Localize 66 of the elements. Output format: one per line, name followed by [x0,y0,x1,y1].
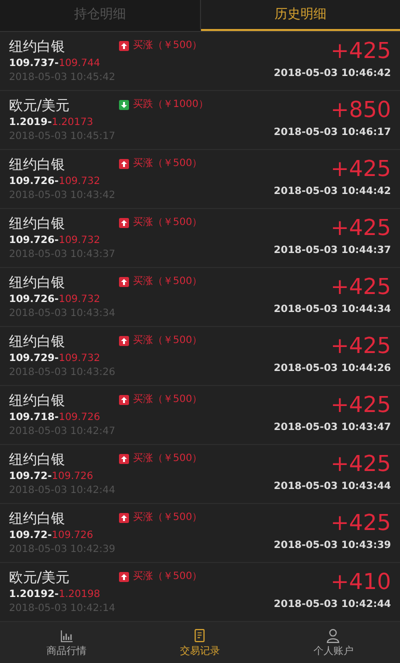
close-price: 109.726 [52,470,94,484]
profit-amount: +850 [330,97,391,125]
product-name: 纽约白银 [9,451,66,470]
close-time: 2018-05-03 10:43:39 [274,539,391,553]
order-label: 买涨（￥500） [133,570,202,584]
close-time: 2018-05-03 10:46:17 [274,126,391,140]
open-price: 1.20192- [9,588,59,602]
close-price: 109.732 [58,352,100,366]
open-price: 109.718- [9,411,59,425]
open-price: 109.72- [9,470,52,484]
order-label: 买涨（￥500） [133,216,202,230]
order-label: 买涨（￥500） [133,39,202,53]
profit-amount: +425 [330,156,391,184]
close-time: 2018-05-03 10:46:42 [274,67,391,81]
tab[interactable]: 历史明细 [200,0,400,31]
order-label: 买涨（￥500） [133,157,202,171]
profit-amount: +425 [330,451,391,479]
open-price: 109.726- [9,293,59,307]
close-price: 109.726 [52,529,94,543]
close-time: 2018-05-03 10:43:47 [274,421,391,435]
close-time: 2018-05-03 10:44:37 [274,244,391,258]
product-name: 纽约白银 [9,274,66,293]
profit-amount: +410 [330,569,391,597]
profit-amount: +425 [330,38,391,66]
open-price: 109.729- [9,352,59,366]
close-price: 109.732 [58,175,100,189]
order-label: 买跌（￥1000） [133,98,208,112]
product-name: 纽约白银 [9,38,66,57]
open-price: 1.2019- [9,116,52,130]
person-icon [325,628,342,644]
close-price: 109.744 [58,57,100,71]
open-price: 109.726- [9,234,59,248]
open-price: 109.726- [9,175,59,189]
product-name: 纽约白银 [9,333,66,352]
profit-amount: +425 [330,333,391,361]
close-price: 109.726 [58,411,100,425]
order-label: 买涨（￥500） [133,334,202,348]
chart-icon [58,628,75,644]
order-label: 买涨（￥500） [133,275,202,289]
close-price: 109.732 [58,234,100,248]
open-price: 109.72- [9,529,52,543]
nav-tab[interactable]: 个人账户 [266,622,400,663]
product-name: 纽约白银 [9,156,66,175]
close-price: 109.732 [58,293,100,307]
product-name: 纽约白银 [9,392,66,411]
order-label: 买涨（￥500） [133,452,202,466]
product-name: 欧元/美元 [9,569,71,588]
close-price: 1.20198 [58,588,100,602]
close-time: 2018-05-03 10:43:44 [274,480,391,494]
profit-amount: +425 [330,392,391,420]
profit-amount: +425 [330,215,391,243]
product-name: 纽约白银 [9,510,66,529]
close-time: 2018-05-03 10:42:44 [274,598,391,612]
open-price: 109.737- [9,57,59,71]
close-price: 1.20173 [52,116,94,130]
close-time: 2018-05-03 10:44:26 [274,362,391,376]
nav-tab[interactable]: 商品行情 [0,622,134,663]
nav-tab[interactable]: 交易记录 [133,622,267,663]
product-name: 欧元/美元 [9,97,71,116]
profit-amount: +425 [330,274,391,302]
order-label: 买涨（￥500） [133,511,202,525]
close-time: 2018-05-03 10:44:34 [274,303,391,317]
profit-amount: +425 [330,510,391,538]
product-name: 纽约白银 [9,215,66,234]
order-label: 买涨（￥500） [133,393,202,407]
close-time: 2018-05-03 10:44:42 [274,185,391,199]
